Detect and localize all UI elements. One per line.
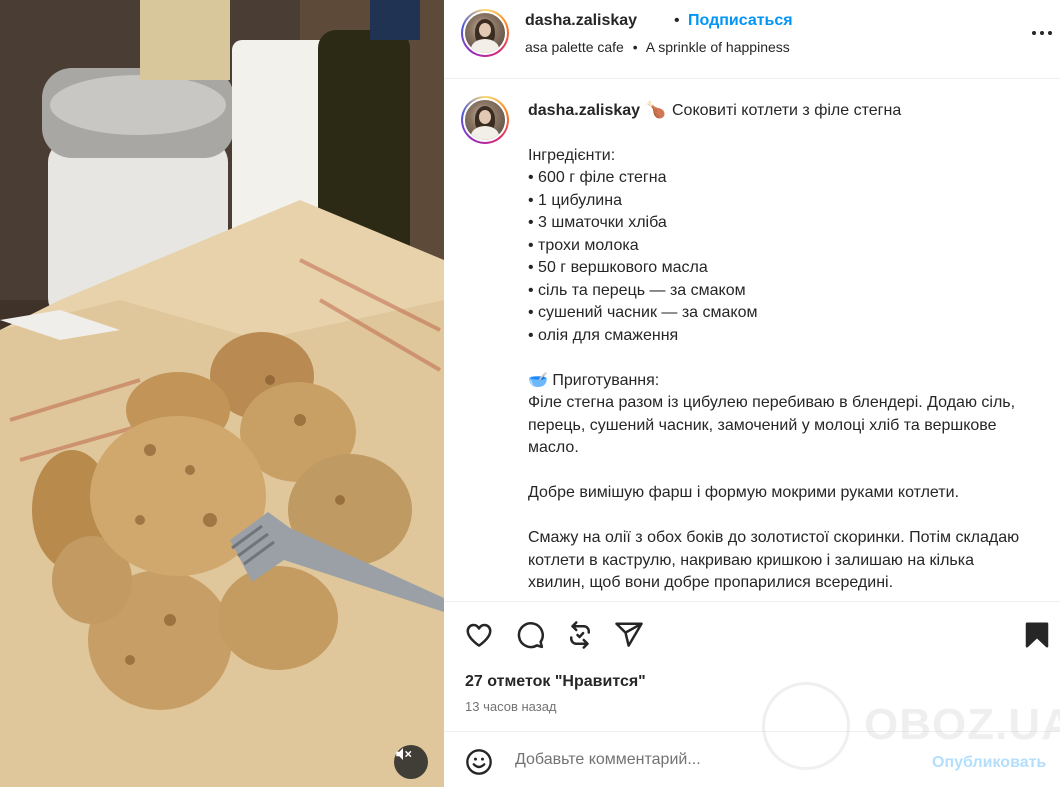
ingredient-item: • олія для смаження	[528, 326, 679, 344]
post-header: dasha.zaliskay • Подписаться asa palette…	[444, 0, 1060, 79]
publish-button[interactable]: Опубликовать	[932, 754, 1046, 772]
likes-count[interactable]: 27 отметок "Нравится"	[465, 673, 646, 691]
ingredient-item: • 50 г вершкового масла	[528, 259, 708, 276]
share-button[interactable]	[614, 620, 644, 655]
drumstick-emoji: 🍗	[646, 102, 666, 119]
caption-username[interactable]: dasha.zaliskay	[528, 102, 640, 119]
more-horizontal-icon	[1032, 31, 1036, 35]
comment-icon	[517, 622, 544, 649]
audio-subtitle[interactable]: A sprinkle of happiness	[646, 39, 790, 55]
audio-separator: •	[632, 39, 638, 55]
ingredient-item: • сіль та перець — за смаком	[528, 281, 746, 299]
audio-info[interactable]: asa palette cafe • A sprinkle of happine…	[525, 39, 790, 55]
caption-avatar[interactable]	[461, 96, 509, 144]
ingredient-item: • 600 г філе стегна	[528, 169, 667, 186]
ingredients-heading: Інгредієнти:	[528, 146, 616, 164]
repost-icon	[570, 621, 590, 649]
ingredient-item: • 3 шматочки хліба	[528, 214, 667, 231]
heart-icon	[466, 623, 492, 647]
comment-bar: Опубликовать	[444, 731, 1060, 787]
caption-text: dasha.zaliskay 🍗 Соковиті котлети з філе с…	[528, 100, 1028, 595]
post-actions: 27 отметок "Нравится" 13 часов назад	[444, 601, 1060, 731]
method-heading-line: 🥣 Приготування:	[528, 370, 1028, 393]
caption-title: Соковиті котлети з філе стегна	[672, 102, 902, 119]
more-options-button[interactable]	[1030, 28, 1054, 38]
ingredient-item: • трохи молока	[528, 236, 639, 254]
speaker-muted-icon	[396, 748, 412, 760]
caption-title-line: dasha.zaliskay 🍗 Соковиті котлети з філе с…	[528, 100, 1028, 123]
separator-dot: •	[674, 12, 680, 29]
avatar-image	[463, 11, 507, 55]
author-username[interactable]: dasha.zaliskay	[525, 12, 637, 30]
repost-button[interactable]	[565, 620, 595, 655]
mute-button[interactable]	[394, 745, 428, 779]
save-button[interactable]	[1022, 620, 1052, 655]
ingredient-item: • сушений часник — за смаком	[528, 304, 758, 321]
audio-title[interactable]: asa palette cafe	[525, 39, 624, 55]
avatar[interactable]	[461, 9, 509, 57]
bowl-emoji: 🥣	[528, 371, 548, 389]
bookmark-icon	[1025, 622, 1049, 648]
post-media[interactable]	[0, 0, 444, 787]
method-paragraph: Смажу на олії з обох боків до золотистої…	[528, 529, 1020, 591]
cutlets-photo	[0, 0, 444, 787]
ingredient-item: • 1 цибулина	[528, 191, 622, 209]
comment-button[interactable]	[515, 620, 545, 655]
post-timestamp[interactable]: 13 часов назад	[465, 699, 557, 714]
method-paragraph: Добре вимішую фарш і формую мокрими рука…	[528, 484, 960, 501]
caption-scroll-area[interactable]: dasha.zaliskay 🍗 Соковиті котлети з філе с…	[444, 79, 1060, 601]
follow-button[interactable]: Подписаться	[688, 12, 793, 30]
method-paragraph: Філе стегна разом із цибулею перебиваю в…	[528, 394, 1016, 456]
like-button[interactable]	[464, 620, 494, 655]
emoji-button[interactable]	[465, 748, 493, 781]
smiley-icon	[466, 749, 492, 775]
post-details-panel: dasha.zaliskay • Подписаться asa palette…	[444, 0, 1060, 787]
comment-input[interactable]	[515, 746, 915, 774]
method-heading: Приготування:	[552, 371, 660, 389]
send-icon	[615, 622, 643, 647]
avatar-image	[463, 98, 507, 142]
